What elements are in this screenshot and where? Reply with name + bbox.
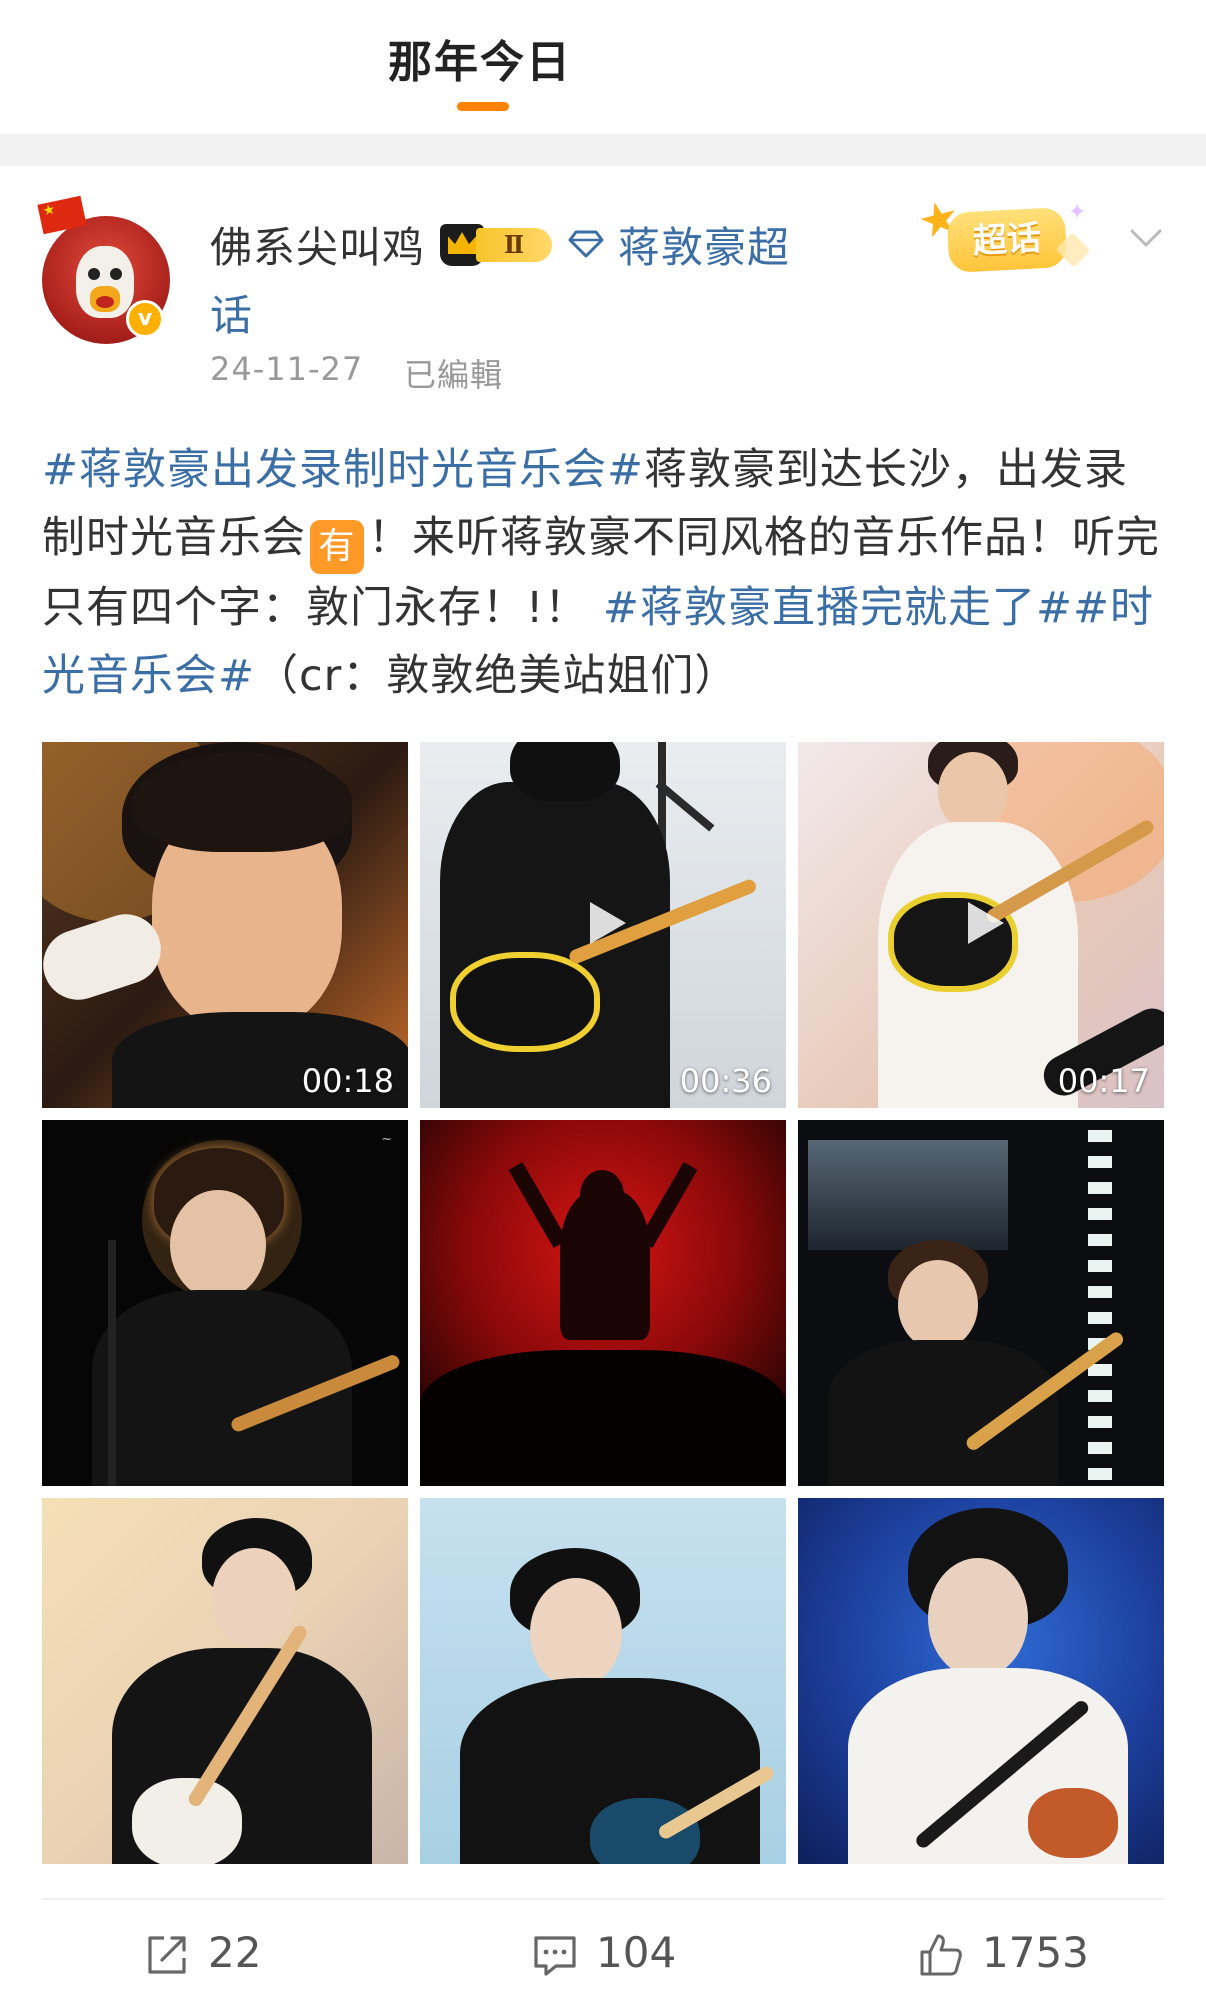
photo-thumbnail[interactable] [798,1120,1164,1486]
member-level-badge[interactable]: Ⅱ [440,224,556,266]
video-thumbnail[interactable]: 00:18 [42,742,408,1108]
level-label: Ⅱ [476,228,552,262]
photo-thumbnail[interactable] [420,1120,786,1486]
supertopic-badge[interactable]: ★ 超话 ✦ [912,188,1091,276]
top-header: 那年今日 [0,0,1206,134]
action-divider [42,1898,1164,1900]
section-divider [0,134,1206,166]
tab-memories[interactable]: 那年今日 [0,26,960,90]
hashtag-link[interactable]: #蒋敦豪出发录制时光音乐会# [42,445,644,495]
hashtag-link[interactable]: #蒋敦豪直播完就走了# [603,583,1073,633]
photo-thumbnail[interactable]: ~ [42,1120,408,1486]
video-thumbnail[interactable]: 00:36 [420,742,786,1108]
post-body: #蒋敦豪出发录制时光音乐会#蒋敦豪到达长沙，出发录制时光音乐会有！来听蒋敦豪不同… [42,436,1172,710]
avatar[interactable]: v [37,195,172,344]
like-button[interactable]: 1753 [918,1924,1118,1984]
edited-label[interactable]: 已編輯 [404,350,503,396]
chevron-down-icon[interactable] [1126,222,1166,254]
diamond-icon [568,230,604,258]
video-duration: 00:36 [679,1062,772,1100]
photo-thumbnail[interactable] [42,1498,408,1864]
post-date: 24-11-27 [210,350,364,388]
comment-count: 104 [596,1928,677,1977]
supertopic-link-continued[interactable]: 话 [210,282,252,343]
sparkle-icon: ✦ [1068,200,1087,225]
photo-thumbnail[interactable] [420,1498,786,1864]
video-thumbnail[interactable]: 00:17 [798,742,1164,1108]
play-icon [590,902,626,944]
repost-icon [148,1936,186,1974]
media-grid: 00:18 00:36 00:17 ~ [42,742,1164,1864]
play-icon [968,902,1004,944]
tab-active-indicator [457,102,509,111]
repost-count: 22 [208,1928,262,1977]
you-emoji-icon: 有 [310,520,364,574]
author-name[interactable]: 佛系尖叫鸡 [210,214,425,275]
video-duration: 00:18 [301,1062,394,1100]
video-duration: 00:17 [1057,1062,1150,1100]
verified-badge-icon: v [126,300,164,338]
like-count: 1753 [982,1928,1089,1977]
supertopic-badge-label: 超话 [946,206,1068,274]
comment-button[interactable]: 104 [532,1924,712,1984]
repost-button[interactable]: 22 [144,1924,304,1984]
supertopic-link[interactable]: 蒋敦豪超 [618,214,790,275]
photo-thumbnail[interactable] [798,1498,1164,1864]
thumbs-up-icon [920,1934,962,1976]
post-text-segment: （cr：敦敦绝美站姐们） [255,651,739,701]
comment-icon [534,1936,576,1976]
weibo-post-page: 那年今日 v 佛系尖叫鸡 Ⅱ 蒋敦豪超 话 24-11-27 已編輯 ★ 超话 … [0,0,1206,2007]
